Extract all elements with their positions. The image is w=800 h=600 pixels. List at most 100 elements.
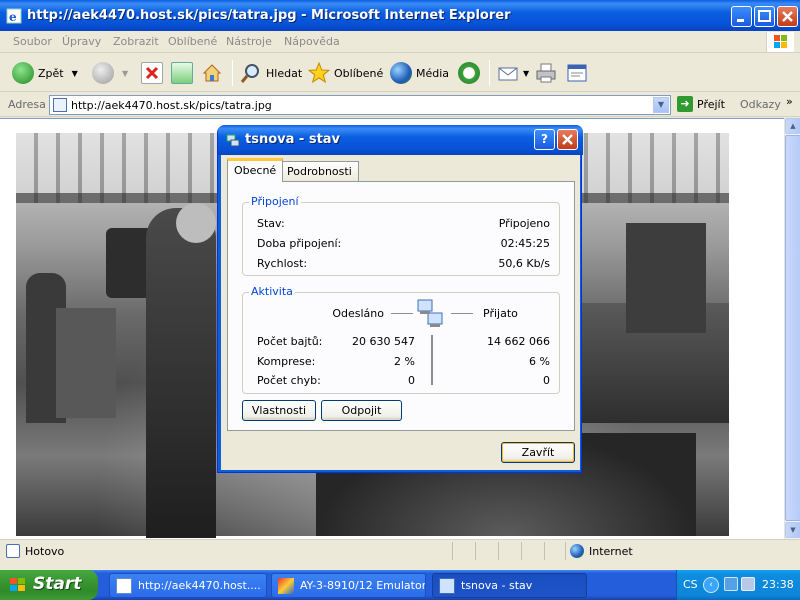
task-label: AY-3-8910/12 Emulator xyxy=(300,579,426,592)
history-icon xyxy=(458,62,480,84)
print-button[interactable] xyxy=(535,61,561,85)
network-activity-icon xyxy=(417,299,443,327)
forward-button[interactable]: ▼ xyxy=(92,61,128,85)
menu-file[interactable]: Soubor xyxy=(13,35,52,48)
errors-label: Počet chyb: xyxy=(257,374,321,387)
stop-icon xyxy=(141,62,163,84)
favorites-label: Oblíbené xyxy=(334,66,384,80)
browser-title: http://aek4470.host.sk/pics/tatra.jpg - … xyxy=(27,8,511,23)
links-label[interactable]: Odkazy xyxy=(740,98,781,111)
activity-group: Aktivita Odesláno Přijato Počet bajtů: 2… xyxy=(242,285,560,394)
status-separator xyxy=(498,542,499,560)
maximize-button[interactable] xyxy=(754,6,775,27)
monitor-tray-icon[interactable] xyxy=(741,577,755,591)
address-input[interactable]: http://aek4470.host.sk/pics/tatra.jpg ▼ xyxy=(49,95,671,115)
menu-tools[interactable]: Nástroje xyxy=(226,35,272,48)
menu-favorites[interactable]: Oblíbené xyxy=(168,35,217,48)
edit-document-icon xyxy=(567,64,587,82)
forward-arrow-icon xyxy=(92,62,114,84)
scroll-up-icon[interactable]: ▲ xyxy=(785,118,800,134)
network-tray-icon[interactable] xyxy=(724,577,738,591)
close-icon xyxy=(782,11,793,22)
stop-button[interactable] xyxy=(141,61,167,85)
favorites-button[interactable]: Oblíbené xyxy=(308,61,383,85)
status-value: Připojeno xyxy=(498,217,550,230)
back-dropdown-icon[interactable]: ▼ xyxy=(72,69,78,78)
connection-status-dialog: tsnova - stav ? Obecné Podrobnosti Připo… xyxy=(217,125,583,473)
toolbar-separator xyxy=(489,60,490,86)
menu-view[interactable]: Zobrazit xyxy=(113,35,159,48)
back-label: Zpět xyxy=(38,66,64,80)
system-tray: CS ‹ 23:38 xyxy=(676,570,800,600)
activity-legend: Aktivita xyxy=(249,285,295,298)
mail-button[interactable]: ▼ xyxy=(497,61,529,85)
properties-button[interactable]: Vlastnosti xyxy=(242,400,316,421)
history-button[interactable] xyxy=(458,61,484,85)
windows-flag-icon xyxy=(10,578,25,591)
taskbar-item-emulator[interactable]: AY-3-8910/12 Emulator xyxy=(271,573,426,598)
tab-general[interactable]: Obecné xyxy=(227,158,284,182)
language-indicator[interactable]: CS xyxy=(683,578,698,591)
scroll-thumb[interactable] xyxy=(785,135,800,521)
help-button[interactable]: ? xyxy=(534,129,555,150)
status-zone: Internet xyxy=(570,544,633,558)
compression-sent: 2 % xyxy=(394,355,415,368)
edit-button[interactable] xyxy=(566,61,592,85)
taskbar-item-connection[interactable]: tsnova - stav xyxy=(432,573,587,598)
task-label: http://aek4470.host.... xyxy=(138,579,261,592)
compression-label: Komprese: xyxy=(257,355,316,368)
scroll-down-icon[interactable]: ▼ xyxy=(785,522,800,538)
status-separator xyxy=(452,542,453,560)
vertical-scrollbar[interactable]: ▲ ▼ xyxy=(784,118,800,539)
home-button[interactable] xyxy=(201,61,227,85)
home-icon xyxy=(202,64,222,82)
close-button[interactable]: Zavřít xyxy=(501,442,575,463)
address-dropdown-icon[interactable]: ▼ xyxy=(653,97,669,113)
disconnect-button[interactable]: Odpojit xyxy=(321,400,402,421)
minimize-button[interactable] xyxy=(731,6,752,27)
dialog-close-button[interactable] xyxy=(557,129,578,150)
show-hidden-icons-icon[interactable]: ‹ xyxy=(703,577,719,593)
mail-dropdown-icon[interactable]: ▼ xyxy=(523,69,529,78)
clock: 23:38 xyxy=(762,578,794,591)
status-separator xyxy=(565,542,566,560)
menu-help[interactable]: Nápověda xyxy=(284,35,340,48)
received-line xyxy=(451,313,473,314)
start-button[interactable]: Start xyxy=(0,570,98,600)
back-arrow-icon xyxy=(12,62,34,84)
ie-icon xyxy=(116,577,132,594)
windows-logo xyxy=(766,32,794,52)
browser-titlebar[interactable]: e http://aek4470.host.sk/pics/tatra.jpg … xyxy=(0,0,800,31)
menu-edit[interactable]: Úpravy xyxy=(62,35,101,48)
bytes-received: 14 662 066 xyxy=(487,335,550,348)
minimize-icon xyxy=(737,19,744,22)
refresh-button[interactable] xyxy=(171,61,197,85)
tab-details[interactable]: Podrobnosti xyxy=(280,161,359,182)
activity-divider xyxy=(431,335,433,385)
status-separator xyxy=(521,542,522,560)
forward-dropdown-icon[interactable]: ▼ xyxy=(122,69,128,78)
speed-label: Rychlost: xyxy=(257,257,308,270)
network-connection-icon xyxy=(226,134,240,147)
back-button[interactable]: Zpět ▼ xyxy=(12,61,78,85)
connection-legend: Připojení xyxy=(249,195,301,208)
close-window-button[interactable] xyxy=(777,6,798,27)
zone-text: Internet xyxy=(589,544,633,558)
search-label: Hledat xyxy=(266,66,303,80)
links-chevron[interactable]: » xyxy=(786,95,793,108)
search-button[interactable]: Hledat xyxy=(240,61,302,85)
media-button[interactable]: Média xyxy=(390,61,449,85)
start-label: Start xyxy=(33,574,82,594)
bytes-sent: 20 630 547 xyxy=(352,335,415,348)
status-separator xyxy=(544,542,545,560)
address-url[interactable]: http://aek4470.host.sk/pics/tatra.jpg xyxy=(71,99,272,112)
go-button[interactable]: ➜ Přejít xyxy=(677,96,725,112)
task-label: tsnova - stav xyxy=(461,579,533,592)
sent-header: Odesláno xyxy=(332,307,384,320)
maximize-icon xyxy=(758,10,771,22)
taskbar-item-browser[interactable]: http://aek4470.host.... xyxy=(109,573,267,598)
address-bar: Adresa http://aek4470.host.sk/pics/tatra… xyxy=(0,93,800,117)
dialog-titlebar[interactable]: tsnova - stav ? xyxy=(218,125,583,155)
status-left: Hotovo xyxy=(6,544,64,558)
status-bar: Hotovo Internet xyxy=(0,539,800,561)
